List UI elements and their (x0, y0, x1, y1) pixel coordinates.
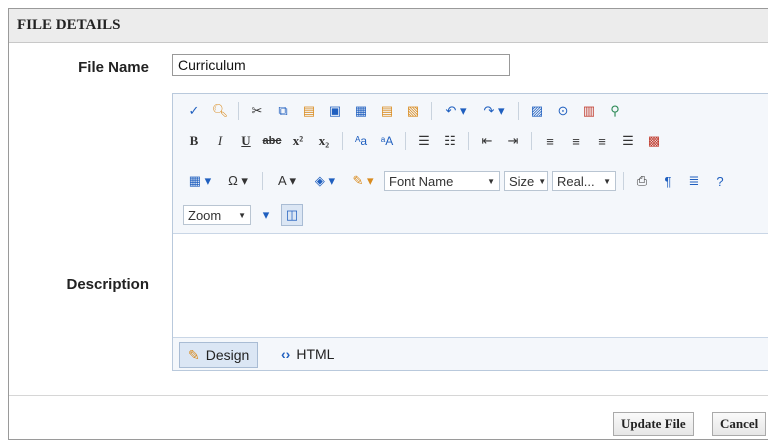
table-icon[interactable]: ▦ ▾ (183, 170, 217, 192)
font-name-select-label: Font Name (389, 173, 454, 189)
toolbar-separator (468, 132, 469, 150)
module-manager-icon[interactable]: ▾ (255, 204, 277, 226)
toolbar-separator (405, 132, 406, 150)
insert-paragraph-icon[interactable]: ≣ (683, 170, 705, 192)
find-icon[interactable]: 🔍︎ (209, 100, 231, 122)
indent-icon[interactable]: ⇥ (502, 130, 524, 152)
font-color-icon[interactable]: A ▾ (270, 170, 304, 192)
file-details-panel: FILE DETAILS File Name Description ✓ 🔍︎ … (8, 8, 768, 440)
redo-icon[interactable]: ↷ ▾ (477, 100, 511, 122)
toolbar-row-4: Zoom ▼ ▾ ◫ (183, 202, 303, 228)
editor-content-area[interactable] (173, 234, 768, 337)
paragraph-icon[interactable]: ¶ (657, 170, 679, 192)
footer-divider (9, 395, 768, 396)
underline-icon[interactable]: U (235, 130, 257, 152)
real-font-size-select[interactable]: Real... ▼ (552, 171, 616, 191)
print-icon[interactable]: ⎙ (631, 170, 653, 192)
paste-html-icon[interactable]: ▤ (376, 100, 398, 122)
toolbar-separator (238, 102, 239, 120)
code-icon: ‹› (281, 346, 291, 362)
zoom-select-label: Zoom (188, 207, 222, 223)
chevron-down-icon: ▼ (538, 176, 547, 186)
font-size-select-label: Size (509, 173, 535, 189)
toggle-screen-mode-icon[interactable]: ◫ (281, 204, 303, 226)
update-file-button[interactable]: Update File (613, 412, 694, 436)
unordered-list-icon[interactable]: ☷ (439, 130, 461, 152)
panel-title: FILE DETAILS (9, 9, 768, 43)
align-center-icon[interactable]: ≡ (565, 130, 587, 152)
background-color-icon[interactable]: ◈ ▾ (308, 170, 342, 192)
document-manager-icon[interactable]: ▥ (578, 100, 600, 122)
toolbar-separator (431, 102, 432, 120)
align-right-icon[interactable]: ≡ (591, 130, 613, 152)
uppercase-icon[interactable]: ᴬa (350, 130, 372, 152)
tab-design[interactable]: ✎ Design (179, 342, 259, 368)
help-icon[interactable]: ? (709, 170, 731, 192)
lowercase-icon[interactable]: ᵃA (376, 130, 398, 152)
format-stripper-icon[interactable]: ✎ ▾ (346, 170, 380, 192)
remove-alignment-icon[interactable]: ▩ (643, 130, 665, 152)
rich-text-editor: ✓ 🔍︎ ✂ ⧉ ▤ ▣ ▦ ▤ ▧ ↶ ▾ ↷ ▾ ▨ ⊙ ▥ ⚲ B I U… (172, 93, 768, 371)
toolbar-separator (531, 132, 532, 150)
editor-mode-tabs: ✎ Design ‹› HTML .: (173, 337, 768, 370)
chevron-down-icon: ▼ (238, 210, 246, 220)
align-left-icon[interactable]: ≡ (539, 130, 561, 152)
toolbar-row-2: B I U abc x² x₂ ᴬa ᵃA ☰ ☷ ⇤ ⇥ ≡ ≡ ≡ ☰ ▩ (183, 128, 665, 154)
toolbar-separator (518, 102, 519, 120)
italic-icon[interactable]: I (209, 130, 231, 152)
ordered-list-icon[interactable]: ☰ (413, 130, 435, 152)
hyperlink-manager-icon[interactable]: ⚲ (604, 100, 626, 122)
font-size-select[interactable]: Size ▼ (504, 171, 548, 191)
subscript-icon[interactable]: x₂ (313, 130, 335, 152)
strikethrough-icon[interactable]: abc (261, 130, 283, 152)
undo-icon[interactable]: ↶ ▾ (439, 100, 473, 122)
toolbar-separator (342, 132, 343, 150)
cancel-button[interactable]: Cancel (712, 412, 767, 436)
media-manager-icon[interactable]: ⊙ (552, 100, 574, 122)
toolbar-row-3: ▦ ▾ Ω ▾ A ▾ ◈ ▾ ✎ ▾ Font Name ▼ Size ▼ R… (183, 168, 731, 194)
copy-icon[interactable]: ⧉ (272, 100, 294, 122)
superscript-icon[interactable]: x² (287, 130, 309, 152)
toolbar-separator (262, 172, 263, 190)
outdent-icon[interactable]: ⇤ (476, 130, 498, 152)
description-label: Description (66, 276, 149, 293)
tab-html[interactable]: ‹› HTML (273, 342, 342, 366)
image-manager-icon[interactable]: ▨ (526, 100, 548, 122)
font-name-select[interactable]: Font Name ▼ (384, 171, 500, 191)
paste-plain-text-icon[interactable]: ▦ (350, 100, 372, 122)
real-font-size-select-label: Real... (557, 173, 595, 189)
chevron-down-icon: ▼ (487, 176, 495, 186)
toolbar-row-1: ✓ 🔍︎ ✂ ⧉ ▤ ▣ ▦ ▤ ▧ ↶ ▾ ↷ ▾ ▨ ⊙ ▥ ⚲ (183, 98, 626, 124)
zoom-select[interactable]: Zoom ▼ (183, 205, 251, 225)
file-name-label: File Name (78, 59, 149, 76)
toolbar-separator (623, 172, 624, 190)
pencil-icon: ✎ (188, 346, 200, 363)
justify-icon[interactable]: ☰ (617, 130, 639, 152)
tab-design-label: Design (205, 347, 250, 363)
tab-html-label: HTML (296, 346, 335, 362)
paste-icon[interactable]: ▤ (298, 100, 320, 122)
paste-as-html-icon[interactable]: ▧ (402, 100, 424, 122)
symbols-icon[interactable]: Ω ▾ (221, 170, 255, 192)
spellcheck-icon[interactable]: ✓ (183, 100, 205, 122)
file-name-input[interactable] (172, 54, 510, 76)
bold-icon[interactable]: B (183, 130, 205, 152)
paste-from-word-icon[interactable]: ▣ (324, 100, 346, 122)
cut-icon[interactable]: ✂ (246, 100, 268, 122)
chevron-down-icon: ▼ (603, 176, 611, 186)
